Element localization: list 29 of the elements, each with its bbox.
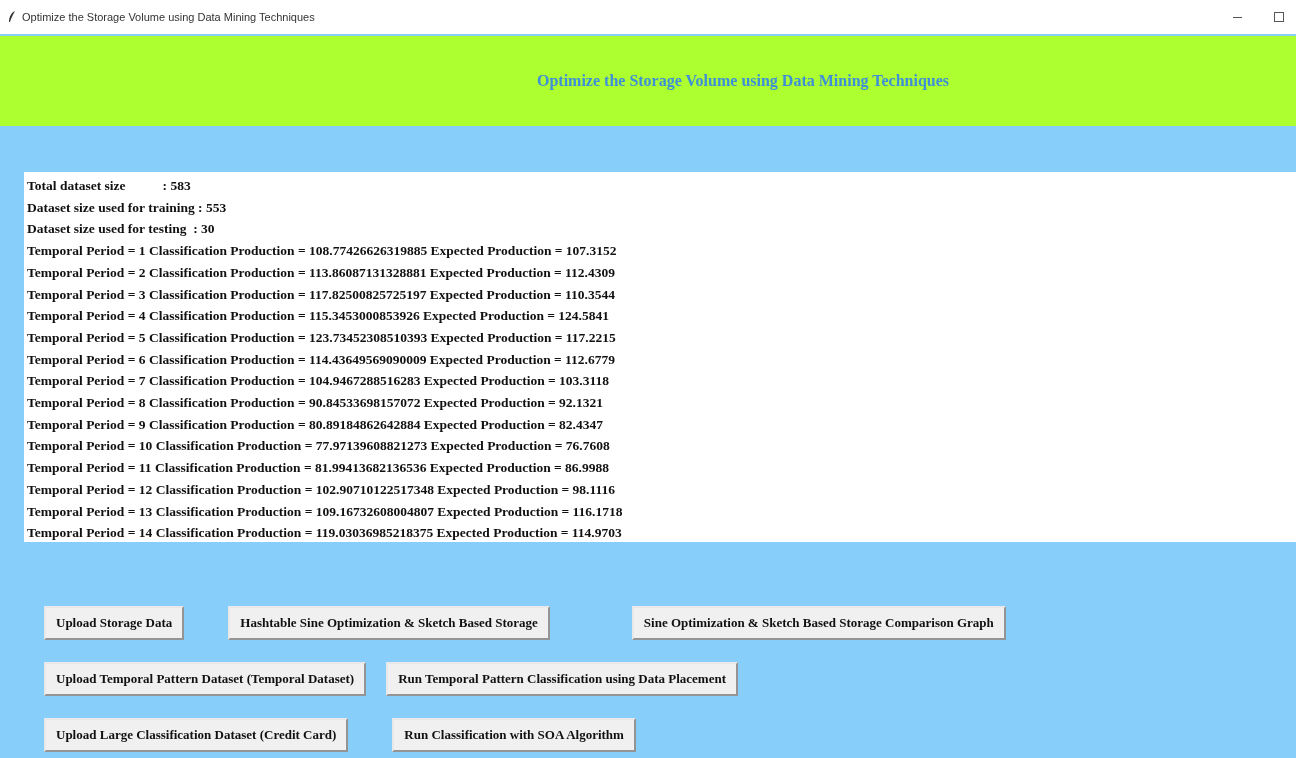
output-line: Temporal Period = 3 Classification Production = 117.82500825725197 Expected Production = 110.3544 (27, 285, 616, 304)
action-button[interactable]: Sine Optimization & Sketch Based Storage Comparison Graph (631, 606, 1006, 640)
action-button[interactable]: Run Classification with SOA Algorithm (392, 718, 636, 752)
output-line: Temporal Period = 4 Classification Production = 115.3453000853926 Expected Production = 124.5841 (27, 307, 610, 326)
feather-icon (8, 11, 16, 23)
action-button[interactable]: Upload Large Classification Dataset (Credit Card) (44, 718, 349, 752)
output-line: Temporal Period = 8 Classification Production = 90.84533698157072 Expected Production = 92.1321 (27, 394, 604, 413)
output-line: Dataset size used for training : 553 (27, 198, 228, 217)
output-line: Dataset size used for testing : 30 (27, 220, 216, 239)
output-line: Temporal Period = 14 Classification Production = 119.03036985218375 Expected Production = 114.9703 (27, 524, 623, 543)
action-button[interactable]: Run Temporal Pattern Classification using Data Placement (386, 662, 739, 696)
output-line: Temporal Period = 12 Classification Production = 102.90710122517348 Expected Production = 98.1116 (27, 480, 616, 499)
action-button[interactable]: Hashtable Sine Optimization & Sketch Based Storage (228, 606, 550, 640)
output-line: Temporal Period = 7 Classification Production = 104.9467288516283 Expected Production = 103.3118 (27, 372, 610, 391)
output-line: Temporal Period = 10 Classification Production = 77.97139608821273 Expected Production = 76.7608 (27, 437, 611, 456)
maximize-icon[interactable] (1274, 12, 1284, 22)
output-line: Temporal Period = 5 Classification Production = 123.73452308510393 Expected Production = 117.2215 (27, 328, 617, 347)
window-title: Optimize the Storage Volume using Data Mining Techniques (22, 11, 315, 23)
app-title: Optimize the Storage Volume using Data Mining Techniques (536, 72, 949, 90)
output-line: Temporal Period = 1 Classification Production = 108.77426626319885 Expected Production = 107.3152 (27, 242, 618, 261)
minimize-icon[interactable] (1233, 16, 1242, 18)
output-line: Temporal Period = 2 Classification Production = 113.86087131328881 Expected Production = 112.4309 (27, 263, 616, 282)
action-button[interactable]: Upload Temporal Pattern Dataset (Temporal Dataset) (44, 662, 367, 696)
output-line: Temporal Period = 11 Classification Production = 81.99413682136536 Expected Production = 86.9988 (27, 459, 610, 478)
action-button[interactable]: Upload Storage Data (44, 606, 185, 640)
output-line: Temporal Period = 6 Classification Production = 114.43649569090009 Expected Production = 112.6779 (27, 350, 616, 369)
output-line: Temporal Period = 9 Classification Production = 80.89184862642884 Expected Production = 82.4347 (27, 415, 604, 434)
output-line: Temporal Period = 13 Classification Production = 109.16732608004807 Expected Production = 116.1718 (27, 502, 624, 521)
output-line: Total dataset size : 583 (27, 177, 192, 195)
